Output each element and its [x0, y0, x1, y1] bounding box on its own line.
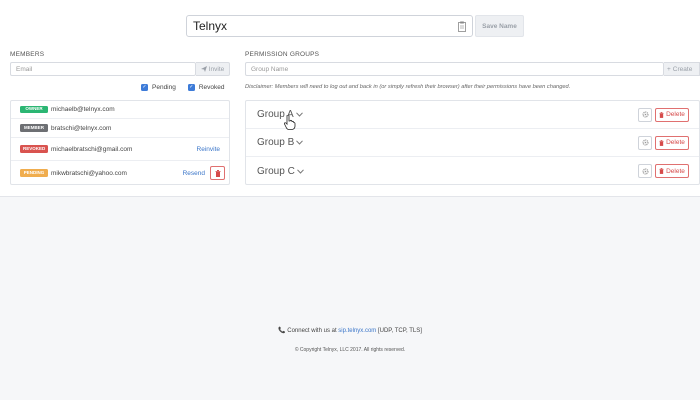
connect-prefix: Connect with us at: [287, 328, 337, 334]
phone-icon: 📞: [278, 328, 286, 334]
group-settings-button[interactable]: [638, 164, 652, 178]
member-row: PENDING mikwbratschi@yahoo.com Resend: [11, 161, 229, 185]
member-row: MEMBER bratschi@telnyx.com: [11, 119, 229, 138]
footer-connect: 📞 Connect with us at sip.telnyx.com [UDP…: [0, 327, 700, 334]
delete-group-button[interactable]: Delete: [655, 164, 689, 178]
status-badge: PENDING: [20, 169, 48, 177]
delete-group-button[interactable]: Delete: [655, 135, 689, 150]
email-placeholder: Email: [16, 65, 33, 73]
trash-icon: [215, 169, 220, 177]
account-name-input[interactable]: Telnyx: [186, 15, 473, 37]
save-name-button[interactable]: Save Name: [475, 15, 524, 37]
filter-pending[interactable]: ✓ Pending: [141, 84, 176, 91]
chevron-down-icon[interactable]: [296, 140, 304, 145]
plus-icon: +: [667, 65, 671, 73]
filter-pending-label: Pending: [152, 84, 176, 91]
delete-label: Delete: [666, 167, 685, 175]
send-icon: [200, 66, 207, 72]
member-filters: ✓ Pending ✓ Revoked: [141, 84, 225, 91]
email-input[interactable]: Email: [10, 62, 196, 76]
members-title: MEMBERS: [10, 51, 45, 58]
group-name[interactable]: Group C: [257, 166, 295, 177]
group-row[interactable]: Group C Delete: [246, 157, 699, 185]
gear-icon: [641, 139, 649, 146]
member-email: michaelb@telnyx.com: [51, 106, 115, 113]
chevron-down-icon[interactable]: [295, 112, 303, 117]
gear-icon: [641, 111, 649, 118]
status-badge: REVOKED: [20, 145, 48, 153]
delete-group-button[interactable]: Delete: [655, 107, 689, 122]
trash-icon: [659, 168, 664, 174]
group-settings-button[interactable]: [638, 107, 652, 122]
permission-groups-title: PERMISSION GROUPS: [245, 51, 320, 58]
group-row[interactable]: Group A Delete: [246, 101, 699, 129]
create-label: Create: [672, 65, 693, 73]
reinvite-link[interactable]: Reinvite: [197, 146, 220, 153]
member-row: REVOKED michaelbratschi@gmail.com Reinvi…: [11, 138, 229, 161]
member-email: mikwbratschi@yahoo.com: [51, 169, 127, 177]
member-list: OWNER michaelb@telnyx.com MEMBER bratsch…: [10, 100, 230, 185]
member-email: michaelbratschi@gmail.com: [51, 145, 133, 153]
member-email: bratschi@telnyx.com: [51, 124, 112, 132]
invite-label: Invite: [208, 65, 225, 73]
group-name-input[interactable]: Group Name: [245, 62, 664, 76]
footer-copyright: © Copyright Telnyx, LLC 2017. All rights…: [294, 347, 406, 353]
create-group-button[interactable]: + Create: [664, 62, 700, 76]
member-row: OWNER michaelb@telnyx.com: [11, 101, 229, 119]
pending-checkbox[interactable]: ✓: [141, 84, 148, 91]
clipboard-icon: [458, 21, 466, 32]
group-settings-button[interactable]: [638, 135, 652, 150]
filter-revoked[interactable]: ✓ Revoked: [187, 84, 225, 91]
trash-icon: [659, 139, 664, 146]
status-badge: OWNER: [20, 105, 48, 114]
filter-revoked-label: Revoked: [198, 84, 225, 91]
connect-suffix: [UDP, TCP, TLS]: [377, 328, 422, 334]
sip-link[interactable]: sip.telnyx.com: [338, 328, 376, 334]
resend-link[interactable]: Resend: [183, 170, 205, 177]
delete-label: Delete: [666, 111, 685, 118]
group-row[interactable]: Group B Delete: [246, 129, 699, 157]
chevron-down-icon[interactable]: [296, 168, 304, 174]
status-badge: MEMBER: [20, 124, 48, 132]
trash-icon: [659, 111, 664, 118]
hand-pointer-icon: [284, 115, 296, 130]
revoked-checkbox[interactable]: ✓: [187, 84, 195, 91]
save-name-label: Save Name: [482, 22, 517, 30]
invite-button[interactable]: Invite: [196, 62, 230, 76]
delete-label: Delete: [666, 139, 685, 146]
page: Telnyx Save Name MEMBERS Email Invite ✓ …: [0, 0, 700, 400]
gear-icon: [641, 167, 649, 175]
delete-member-button[interactable]: [210, 166, 225, 180]
disclaimer-text: Disclaimer: Members will need to log out…: [245, 84, 571, 90]
group-name[interactable]: Group B: [257, 137, 294, 148]
group-list: Group A Delete Group B Delete Group C De…: [245, 100, 700, 185]
group-name-placeholder: Group Name: [251, 65, 289, 73]
account-name-value: Telnyx: [193, 19, 228, 33]
